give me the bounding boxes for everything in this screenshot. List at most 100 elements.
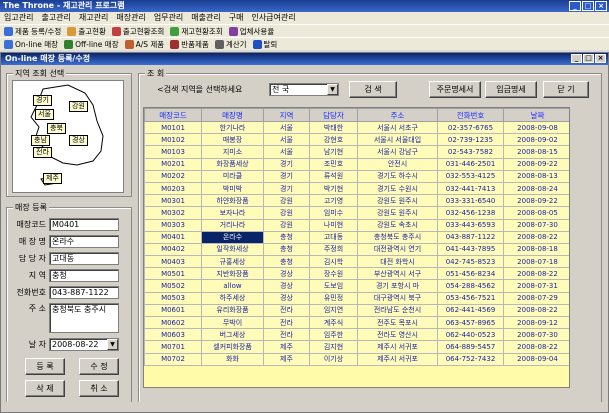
maximize-icon[interactable]: □ bbox=[582, 1, 594, 11]
table-cell[interactable]: 서울시 서초구 bbox=[357, 120, 438, 135]
table-cell[interactable]: 032-553-4125 bbox=[437, 169, 504, 183]
order-statement-button[interactable]: 주문명세서 bbox=[429, 81, 481, 98]
region-chungbuk[interactable]: 충북 bbox=[47, 123, 66, 134]
table-cell[interactable]: 2008-07-30 bbox=[503, 218, 569, 232]
table-row[interactable]: M0103 지미소 서울 남기현 서울시 강남구 02-543-7582 2008-08-1… bbox=[144, 145, 569, 159]
table-cell[interactable]: 2008-09-22 bbox=[503, 157, 569, 171]
table-cell[interactable]: 경기 bbox=[263, 157, 310, 171]
date-picker[interactable]: 2008-08-22 ▼ bbox=[49, 338, 119, 351]
table-cell[interactable]: 2008-08-24 bbox=[503, 181, 569, 196]
table-row[interactable]: M0602 무박이 전라 계주식 전주도 목포시 063-457-8965 2008-09-… bbox=[144, 315, 569, 330]
table-cell[interactable]: 경기 bbox=[263, 181, 310, 196]
table-cell[interactable]: 2008-07-29 bbox=[503, 291, 569, 305]
table-cell[interactable]: 조민호 bbox=[309, 157, 358, 171]
table-cell[interactable]: 2008-07-30 bbox=[503, 328, 569, 342]
table-cell[interactable]: 일작화세상 bbox=[201, 242, 264, 257]
table-cell[interactable]: 매봉장 bbox=[201, 133, 264, 147]
table-cell[interactable]: 계주식 bbox=[309, 315, 358, 330]
table-row[interactable]: M0503 하주세상 경상 유민정 대구광역시 북구 053-456-7521 2008-0… bbox=[144, 291, 569, 305]
table-cell[interactable]: 2008-08-13 bbox=[503, 169, 569, 183]
table-cell[interactable]: 064-752-7432 bbox=[437, 352, 504, 366]
table-cell[interactable]: 박기현 bbox=[309, 181, 358, 196]
toolbar-button-returned-product[interactable]: 반품제품 bbox=[170, 38, 209, 50]
table-cell[interactable]: 063-457-8965 bbox=[437, 315, 504, 330]
table-cell[interactable]: 보자나라 bbox=[201, 206, 264, 220]
table-cell[interactable]: M0701 bbox=[144, 340, 202, 354]
toolbar-button-as-product[interactable]: A/S 제품 bbox=[124, 38, 164, 50]
region-gyeongsang[interactable]: 경상 bbox=[69, 135, 88, 146]
table-cell[interactable]: 규홍세상 bbox=[201, 255, 264, 269]
table-cell[interactable]: 033-331-6540 bbox=[437, 194, 504, 208]
table-cell[interactable]: M0301 bbox=[144, 194, 202, 208]
table-row[interactable]: M0603 버그세상 전라 임주한 전라도 영산시 062-440-0523 2008-07… bbox=[144, 328, 569, 342]
table-cell[interactable]: 032-456-1238 bbox=[437, 206, 504, 220]
table-cell[interactable]: 전라 bbox=[263, 328, 310, 342]
table-cell[interactable]: 남기현 bbox=[309, 145, 358, 159]
table-cell[interactable]: 2008-09-12 bbox=[503, 315, 569, 330]
toolbar-button-stock-query[interactable]: 재고현황조회 bbox=[170, 25, 223, 37]
table-row[interactable]: M0502 allow 경상 도보임 경기 포항시 마 054-288-4562 2008-… bbox=[144, 279, 569, 293]
table-cell[interactable]: 제주 bbox=[263, 352, 310, 366]
table-cell[interactable]: 임주한 bbox=[309, 328, 358, 342]
column-header[interactable]: 담당자 bbox=[309, 108, 358, 122]
table-cell[interactable]: 도보임 bbox=[309, 279, 358, 293]
table-cell[interactable]: 043-887-1122 bbox=[437, 230, 504, 244]
table-cell[interactable]: 경기도 수원시 bbox=[357, 181, 438, 196]
table-cell[interactable]: 2008-08-22 bbox=[503, 267, 569, 281]
table-cell[interactable]: M0502 bbox=[144, 279, 202, 293]
table-cell[interactable]: 전주도 목포시 bbox=[357, 315, 438, 330]
table-cell[interactable]: 경기 bbox=[263, 169, 310, 183]
column-header[interactable]: 전화번호 bbox=[437, 108, 504, 122]
column-header[interactable]: 매장코드 bbox=[144, 108, 202, 122]
table-cell[interactable]: 경상 bbox=[263, 267, 310, 281]
table-cell[interactable]: 033-443-6593 bbox=[437, 218, 504, 232]
region-chungnam[interactable]: 충남 bbox=[31, 135, 50, 146]
table-cell[interactable]: 강원도 속초시 bbox=[357, 218, 438, 232]
table-cell[interactable]: 강원도 원주시 bbox=[357, 206, 438, 220]
table-cell[interactable]: M0501 bbox=[144, 267, 202, 281]
table-cell[interactable]: 2008-08-22 bbox=[503, 303, 569, 318]
table-cell[interactable]: 강원 bbox=[263, 206, 310, 220]
table-cell[interactable]: 유리화장품 bbox=[201, 303, 264, 318]
table-row[interactable]: M0301 하얀화장품 강원 고기영 강원도 원주시 033-331-6540 2008-0… bbox=[144, 194, 569, 208]
toolbar-button-vendor-rate[interactable]: 업체사용율 bbox=[228, 25, 274, 37]
table-cell[interactable]: M0702 bbox=[144, 352, 202, 366]
table-cell[interactable]: 042-745-8523 bbox=[437, 255, 504, 269]
table-cell[interactable]: 임지연 bbox=[309, 303, 358, 318]
table-cell[interactable]: 나미현 bbox=[309, 218, 358, 232]
table-row[interactable]: M0601 유리화장품 전라 임지연 전라남도 순천시 062-441-4569 2008-… bbox=[144, 303, 569, 318]
table-cell[interactable]: M0102 bbox=[144, 133, 202, 147]
table-cell[interactable]: 충청북도 충주시 bbox=[357, 230, 438, 244]
table-row[interactable]: M0403 규홍세상 충청 김시학 대전 화학시 042-745-8523 2008-07-… bbox=[144, 255, 569, 269]
menu-item-3[interactable]: 매장관리 bbox=[116, 12, 145, 24]
cancel-button[interactable]: 취 소 bbox=[79, 380, 119, 397]
table-cell[interactable]: M0402 bbox=[144, 242, 202, 257]
region-jeju[interactable]: 제주 bbox=[43, 173, 62, 184]
table-cell[interactable]: 2008-09-08 bbox=[503, 120, 569, 135]
table-cell[interactable]: 031-446-2501 bbox=[437, 157, 504, 171]
table-cell[interactable]: M0602 bbox=[144, 315, 202, 330]
close-icon[interactable]: × bbox=[595, 1, 607, 11]
table-row[interactable]: M0302 보자나라 강원 임미수 강원도 원주시 032-456-1238 2008-08… bbox=[144, 206, 569, 220]
table-row[interactable]: M0401 온라수 충청 고대동 충청북도 충주시 043-887-1122 2008-08… bbox=[144, 230, 569, 244]
table-cell[interactable]: 2008-08-05 bbox=[503, 206, 569, 220]
table-row[interactable]: M0702 화화 제주 이기상 제주시 서귀포 064-752-7432 2008-09-0… bbox=[144, 352, 569, 366]
table-cell[interactable]: 2008-08-22 bbox=[503, 230, 569, 244]
column-header[interactable]: 매장명 bbox=[201, 108, 264, 122]
table-cell[interactable]: 경상 bbox=[263, 291, 310, 305]
table-cell[interactable]: 임미수 bbox=[309, 206, 358, 220]
table-cell[interactable]: 서울시 강남구 bbox=[357, 145, 438, 159]
table-cell[interactable]: 부산광역시 서구 bbox=[357, 267, 438, 281]
table-cell[interactable]: 062-440-0523 bbox=[437, 328, 504, 342]
table-row[interactable]: M0203 박미박 경기 박기현 경기도 수원시 032-441-7413 2008-08-… bbox=[144, 181, 569, 196]
table-cell[interactable]: 제주시 서귀포 bbox=[357, 340, 438, 354]
table-cell[interactable]: 제주시 서귀포 bbox=[357, 352, 438, 366]
manager-input[interactable]: 고대동 bbox=[49, 252, 119, 265]
phone-input[interactable]: 043-887-1122 bbox=[49, 286, 119, 299]
table-cell[interactable]: M0202 bbox=[144, 169, 202, 183]
table-row[interactable]: M0102 매봉장 서울 강현호 서울시 서울대입 02-739-1235 2008-09-… bbox=[144, 133, 569, 147]
search-button[interactable]: 검 색 bbox=[349, 81, 397, 98]
table-cell[interactable]: 2008-09-22 bbox=[503, 194, 569, 208]
table-cell[interactable]: M0401 bbox=[144, 230, 202, 244]
table-cell[interactable]: 2008-08-22 bbox=[503, 340, 569, 354]
